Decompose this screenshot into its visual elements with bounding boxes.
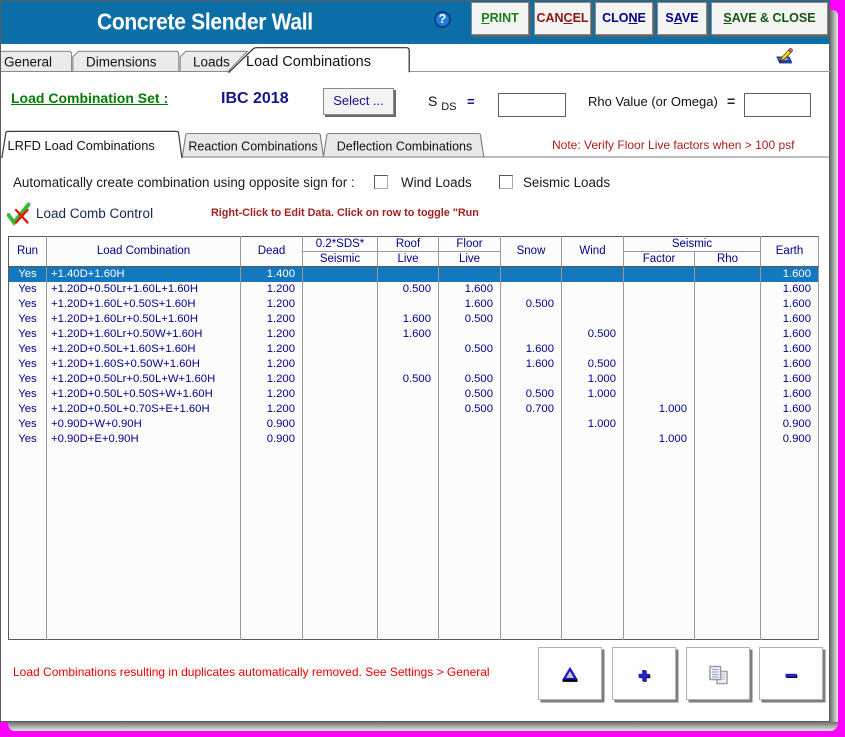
svg-text:Reaction Combinations: Reaction Combinations [188, 140, 317, 154]
svg-text:General: General [4, 55, 52, 70]
svg-text:LRFD Load Combinations: LRFD Load Combinations [8, 138, 155, 153]
svg-text:Load Combinations: Load Combinations [246, 54, 371, 70]
svg-text:Dimensions: Dimensions [86, 55, 157, 70]
svg-text:Loads: Loads [193, 55, 230, 70]
svg-text:Deflection Combinations: Deflection Combinations [337, 140, 473, 154]
